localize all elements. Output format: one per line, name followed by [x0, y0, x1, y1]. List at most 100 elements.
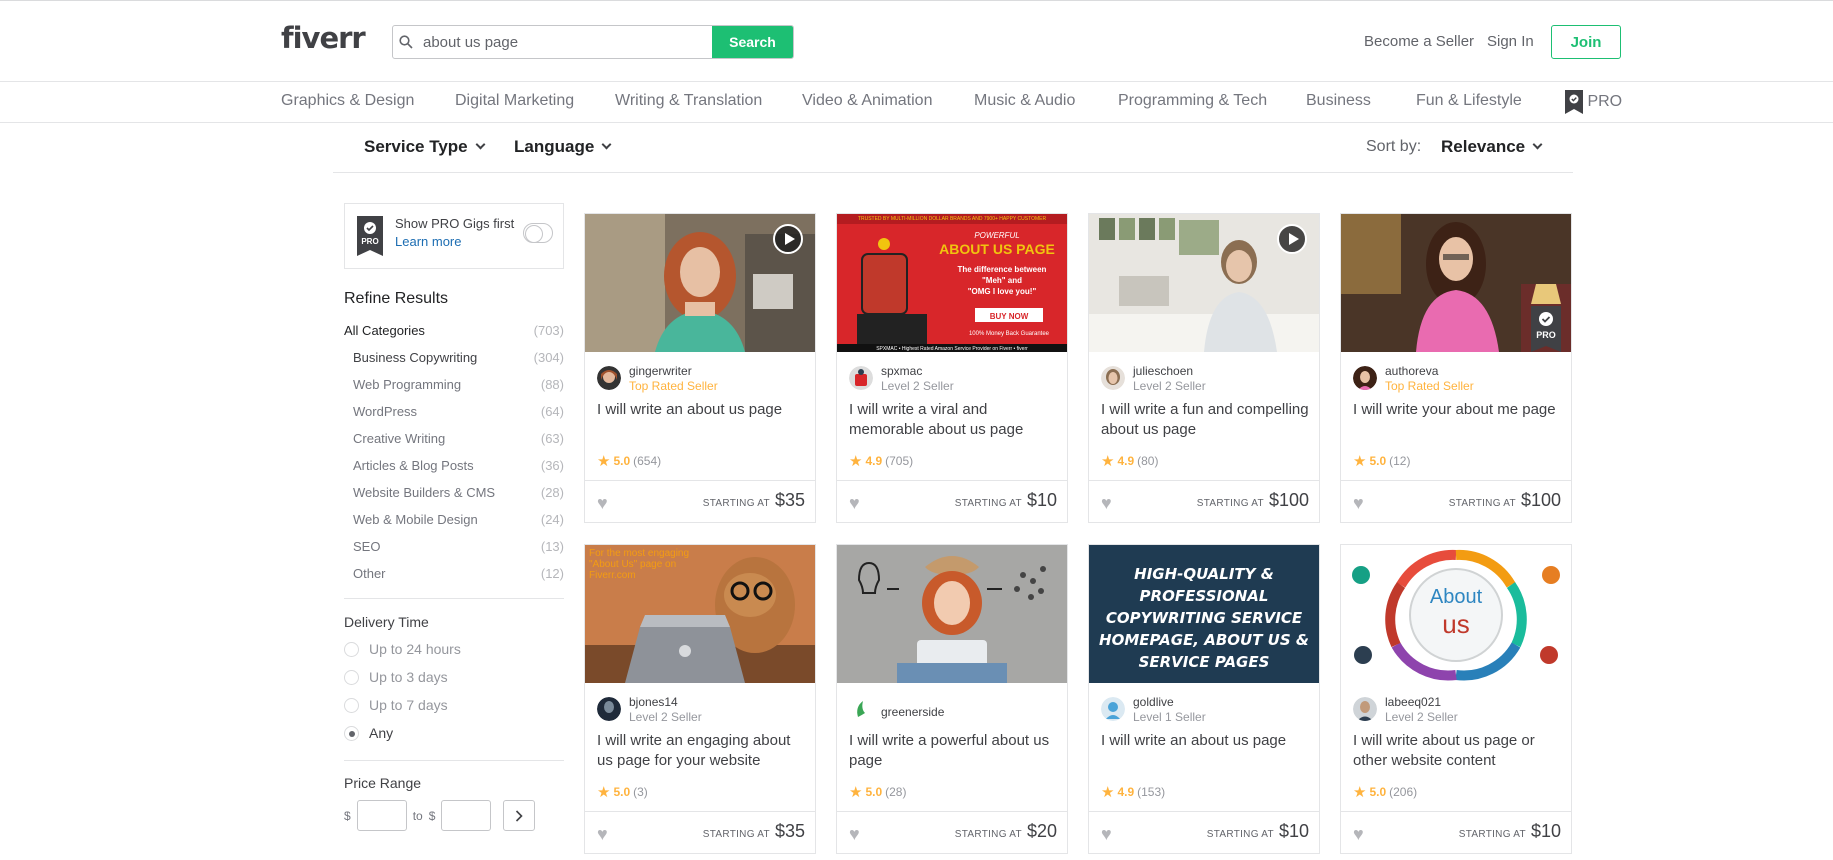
seller-name[interactable]: goldlive — [1133, 695, 1174, 709]
gig-rating: ★ 5.0 (654) — [597, 452, 661, 470]
nav-fun-lifestyle[interactable]: Fun & Lifestyle — [1416, 92, 1522, 110]
filter-creative-writing[interactable]: Creative Writing (63) — [344, 431, 564, 446]
gig-title[interactable]: I will write a powerful about us page — [849, 731, 1059, 771]
join-button[interactable]: Join — [1551, 25, 1621, 59]
gig-footer: ♥ STARTING AT $10 — [1341, 811, 1571, 853]
filter-other[interactable]: Other (12) — [344, 566, 564, 581]
gig-thumbnail[interactable] — [1089, 214, 1319, 352]
filter-wordpress[interactable]: WordPress (64) — [344, 404, 564, 419]
thumb-diff1: The difference between — [958, 265, 1047, 274]
price-value: $10 — [1530, 821, 1561, 841]
gig-rating: ★ 5.0 (12) — [1353, 452, 1410, 470]
gig-title[interactable]: I will write an about us page — [597, 400, 807, 420]
play-video-icon[interactable] — [1277, 224, 1307, 254]
sign-in-link[interactable]: Sign In — [1487, 33, 1534, 50]
heart-icon[interactable]: ♥ — [597, 824, 608, 845]
nav-pro[interactable]: PRO — [1565, 90, 1622, 114]
thumb-about-text: About — [1430, 586, 1483, 608]
heart-icon[interactable]: ♥ — [1101, 493, 1112, 514]
gig-thumbnail[interactable]: PRO — [1341, 214, 1571, 352]
gig-title[interactable]: I will write a viral and memorable about… — [849, 400, 1059, 440]
radio-button[interactable] — [344, 669, 359, 685]
nav-music-audio[interactable]: Music & Audio — [974, 92, 1075, 110]
gig-thumbnail[interactable]: About us — [1341, 545, 1571, 683]
heart-icon[interactable]: ♥ — [849, 493, 860, 514]
filter-business-copywriting[interactable]: Business Copywriting (304) — [344, 350, 564, 365]
seller-avatar — [1353, 697, 1377, 721]
price-label: STARTING AT — [702, 829, 770, 840]
filter-label: Web Programming — [353, 377, 462, 392]
gig-title[interactable]: I will write your about me page — [1353, 400, 1563, 420]
gig-thumbnail[interactable]: HIGH-QUALITY & PROFESSIONAL COPYWRITING … — [1089, 545, 1319, 683]
service-type-dropdown[interactable]: Service Type — [364, 137, 486, 157]
nav-business[interactable]: Business — [1306, 92, 1371, 110]
nav-digital-marketing[interactable]: Digital Marketing — [455, 92, 574, 110]
gig-thumbnail[interactable]: TRUSTED BY MULTI-MILLION DOLLAR BRANDS A… — [837, 214, 1067, 352]
seller-name[interactable]: gingerwriter — [629, 364, 692, 378]
filter-web-programming[interactable]: Web Programming (88) — [344, 377, 564, 392]
delivery-7d-option[interactable]: Up to 7 days — [344, 697, 448, 713]
search-input[interactable] — [419, 26, 712, 58]
filter-website-builders-cms[interactable]: Website Builders & CMS (28) — [344, 485, 564, 500]
gig-title[interactable]: I will write an about us page — [1101, 731, 1311, 751]
gig-title[interactable]: I will write an engaging about us page f… — [597, 731, 807, 771]
gig-card[interactable]: greenerside I will write a powerful abou… — [836, 544, 1068, 854]
seller-name[interactable]: bjones14 — [629, 695, 678, 709]
sort-dropdown[interactable]: Relevance — [1441, 137, 1543, 157]
price-to-label: to — [412, 808, 423, 823]
gig-card[interactable]: HIGH-QUALITY & PROFESSIONAL COPYWRITING … — [1088, 544, 1320, 854]
gig-card[interactable]: For the most engaging "About Us" page on… — [584, 544, 816, 854]
rating-score: 5.0 — [1369, 785, 1387, 799]
filter-all-categories[interactable]: All Categories (703) — [344, 323, 564, 338]
search-button[interactable]: Search — [712, 26, 793, 58]
delivery-3d-option[interactable]: Up to 3 days — [344, 669, 448, 685]
top-header: fiverr Search Become a Seller Sign In Jo… — [0, 0, 1833, 82]
heart-icon[interactable]: ♥ — [1353, 493, 1364, 514]
radio-button[interactable] — [344, 697, 359, 713]
price-max-input[interactable] — [441, 800, 492, 831]
nav-graphics-design[interactable]: Graphics & Design — [281, 92, 414, 110]
filter-articles-blog-posts[interactable]: Articles & Blog Posts (36) — [344, 458, 564, 473]
gig-card[interactable]: gingerwriter Top Rated Seller I will wri… — [584, 213, 816, 523]
seller-name[interactable]: greenerside — [881, 705, 944, 719]
seller-name[interactable]: labeeq021 — [1385, 695, 1441, 709]
delivery-any-option[interactable]: Any — [344, 725, 393, 741]
gig-thumbnail[interactable]: For the most engaging "About Us" page on… — [585, 545, 815, 683]
heart-icon[interactable]: ♥ — [849, 824, 860, 845]
filter-web-mobile-design[interactable]: Web & Mobile Design (24) — [344, 512, 564, 527]
thumb-top-text: TRUSTED BY MULTI-MILLION DOLLAR BRANDS A… — [858, 216, 1047, 222]
gig-thumbnail[interactable] — [585, 214, 815, 352]
delivery-24h-option[interactable]: Up to 24 hours — [344, 641, 461, 657]
thumb-footer: SPXMAC • Highest Rated Amazon Service Pr… — [876, 346, 1028, 352]
price-min-input[interactable] — [356, 800, 407, 831]
gig-card[interactable]: About us labeeq021 Level 2 Seller I will… — [1340, 544, 1572, 854]
pro-gigs-toggle[interactable] — [523, 223, 553, 243]
gig-card[interactable]: TRUSTED BY MULTI-MILLION DOLLAR BRANDS A… — [836, 213, 1068, 523]
heart-icon[interactable]: ♥ — [597, 493, 608, 514]
nav-programming-tech[interactable]: Programming & Tech — [1118, 92, 1267, 110]
seller-name[interactable]: authoreva — [1385, 364, 1438, 378]
price-apply-button[interactable] — [503, 800, 536, 831]
seller-avatar — [849, 366, 873, 390]
radio-button-selected[interactable] — [344, 725, 359, 741]
language-dropdown[interactable]: Language — [514, 137, 612, 157]
nav-video-animation[interactable]: Video & Animation — [802, 92, 932, 110]
heart-icon[interactable]: ♥ — [1353, 824, 1364, 845]
gig-title[interactable]: I will write about us page or other webs… — [1353, 731, 1563, 771]
gig-thumbnail[interactable] — [837, 545, 1067, 683]
radio-button[interactable] — [344, 641, 359, 657]
gig-title[interactable]: I will write a fun and compelling about … — [1101, 400, 1311, 440]
heart-icon[interactable]: ♥ — [1101, 824, 1112, 845]
seller-name[interactable]: julieschoen — [1133, 364, 1193, 378]
become-seller-link[interactable]: Become a Seller — [1364, 33, 1474, 50]
nav-writing-translation[interactable]: Writing & Translation — [615, 92, 762, 110]
filter-seo[interactable]: SEO (13) — [344, 539, 564, 554]
seller-name[interactable]: spxmac — [881, 364, 922, 378]
chevron-down-icon — [1532, 139, 1543, 150]
fiverr-logo[interactable]: fiverr — [281, 21, 366, 55]
play-video-icon[interactable] — [773, 224, 803, 254]
gig-card[interactable]: julieschoen Level 2 Seller I will write … — [1088, 213, 1320, 523]
pro-gigs-box: PRO Show PRO Gigs first Learn more — [344, 203, 564, 269]
gig-card[interactable]: PRO authoreva Top Rated Seller I will wr… — [1340, 213, 1572, 523]
learn-more-link[interactable]: Learn more — [395, 234, 461, 249]
